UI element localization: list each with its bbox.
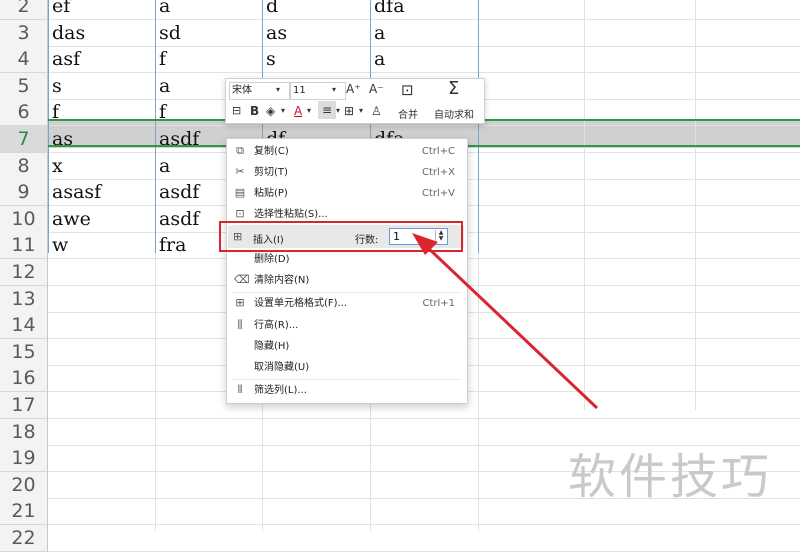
arrow-shaft [423, 243, 599, 410]
watermark: 软件技巧 [568, 449, 773, 505]
